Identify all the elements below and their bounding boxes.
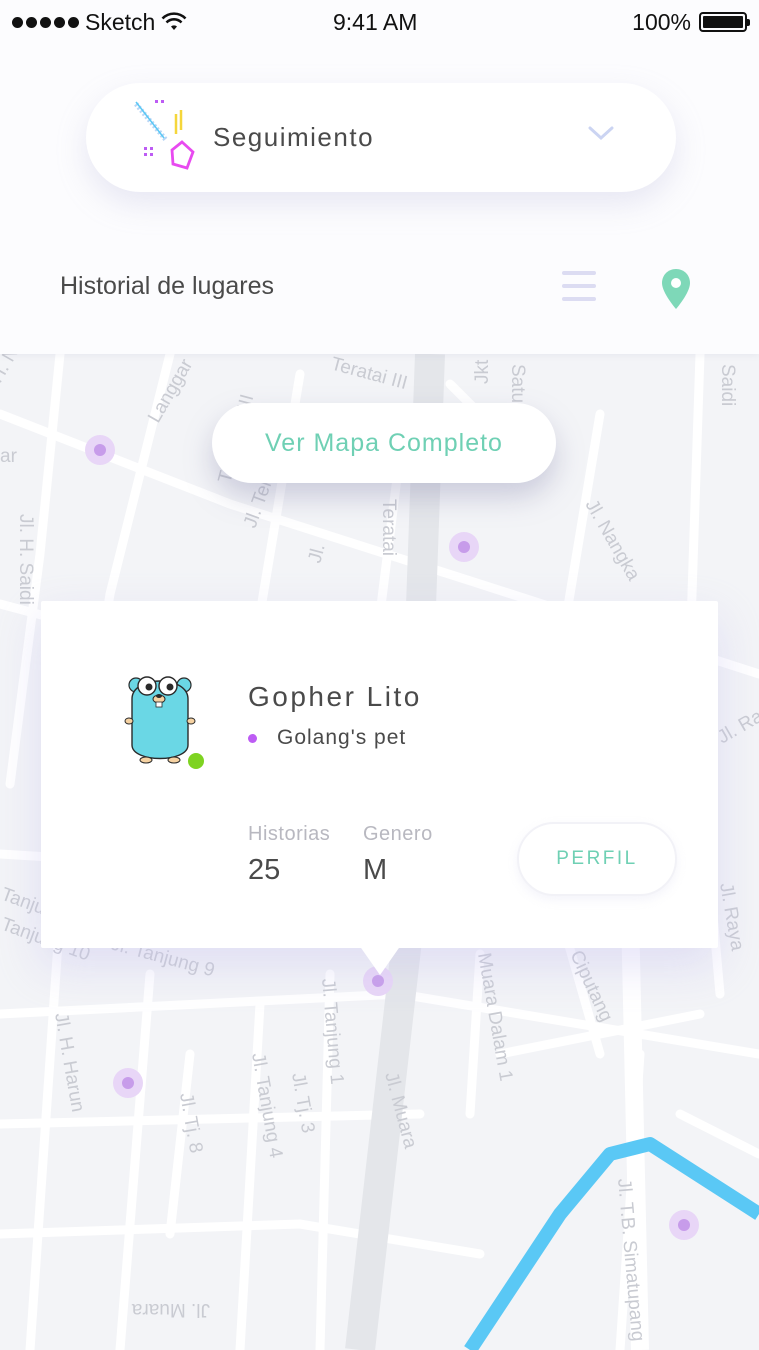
top-panel: Seguimiento Historial de lugares xyxy=(0,0,759,354)
status-right: 100% xyxy=(632,8,750,36)
street-label: Jl. Muara xyxy=(131,1299,210,1320)
pet-tag: Golang's pet xyxy=(248,726,406,750)
online-status-dot xyxy=(188,753,204,769)
tracking-selector[interactable]: Seguimiento xyxy=(86,83,676,192)
street-label: Teratai xyxy=(378,499,399,556)
location-pin-icon[interactable] xyxy=(661,268,691,310)
carrier-label: Sketch xyxy=(85,8,156,35)
street-label: Jl. H. Saidi xyxy=(15,514,36,605)
signal-dots-icon xyxy=(12,16,79,28)
list-icon[interactable] xyxy=(562,271,596,310)
street-label: Jl. Nangka xyxy=(581,496,644,585)
street-label: Saidi xyxy=(717,364,738,406)
wifi-icon xyxy=(161,12,187,30)
battery-icon xyxy=(699,12,750,32)
selector-label: Seguimiento xyxy=(213,122,375,152)
history-title: Historial de lugares xyxy=(60,272,274,300)
view-full-map-button[interactable]: Ver Mapa Completo xyxy=(212,403,556,483)
street-label: Jl. Raya xyxy=(715,881,748,953)
pet-card[interactable]: Gopher Lito Golang's pet Historias 25 Ge… xyxy=(41,601,718,948)
tracking-logo-icon xyxy=(134,100,195,170)
street-label: Satu xyxy=(507,364,528,403)
status-bar: Sketch 9:41 AM 100% xyxy=(0,0,759,44)
street-label: Jl. xyxy=(305,542,330,566)
profile-button[interactable]: PERFIL xyxy=(517,822,677,896)
street-label: Jl. Tj. 3 xyxy=(287,1071,318,1135)
status-left: Sketch xyxy=(12,9,187,36)
stat-label-genero: Genero xyxy=(363,823,433,845)
stat-label-historias: Historias xyxy=(248,823,331,845)
battery-label: 100% xyxy=(632,8,691,35)
street-label: H. Nawi xyxy=(0,354,38,387)
street-label: Jl. H. Harun xyxy=(50,1011,88,1113)
pet-tag-label: Golang's pet xyxy=(277,726,407,749)
street-label: Teratai III xyxy=(329,354,410,394)
stat-value-historias: 25 xyxy=(248,854,281,886)
tag-bullet xyxy=(248,733,257,743)
battery-fill xyxy=(703,16,743,28)
street-label: Jkt xyxy=(472,359,493,384)
chevron-down-icon[interactable] xyxy=(588,125,614,141)
street-label: ar xyxy=(0,446,18,467)
card-pointer xyxy=(359,945,401,975)
stat-value-genero: M xyxy=(363,854,388,886)
street-label: Jl. Ra xyxy=(714,706,759,749)
status-time: 9:41 AM xyxy=(333,8,418,35)
pet-name: Gopher Lito xyxy=(248,681,422,712)
